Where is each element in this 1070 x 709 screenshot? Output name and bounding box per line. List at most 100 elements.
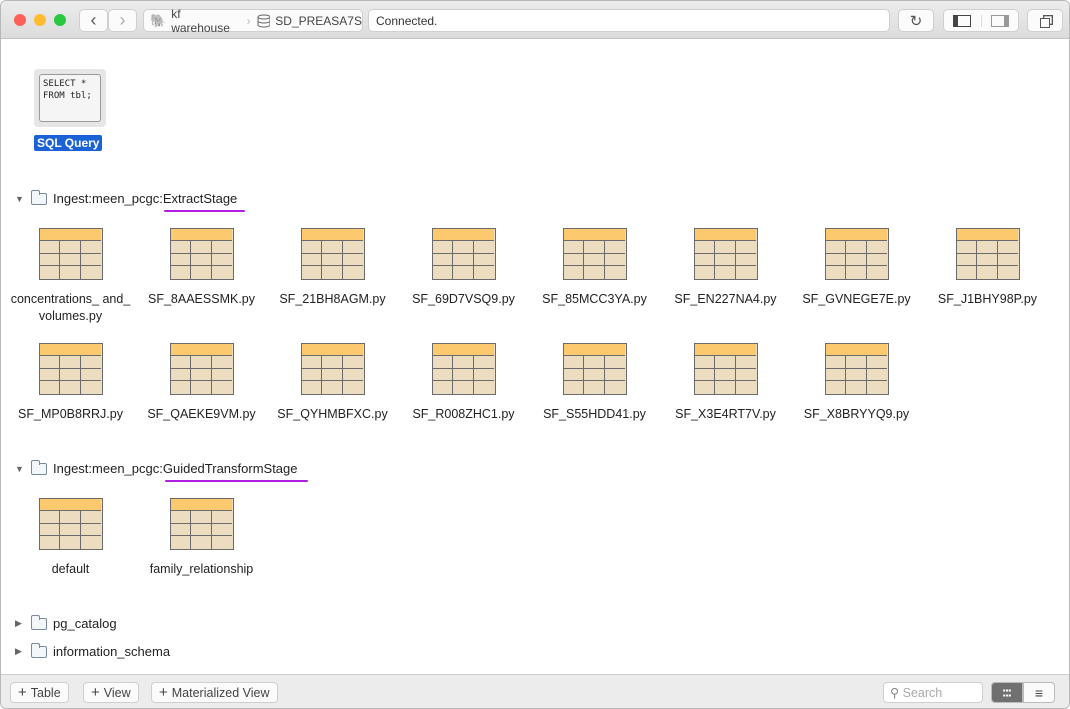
add-materialized-view-button[interactable]: + Materialized View <box>151 682 278 703</box>
annotation-underline <box>164 210 245 212</box>
table-name: SF_GVNEGE7E.py <box>802 292 911 306</box>
table-item[interactable]: SF_85MCC3YA.py <box>529 228 660 343</box>
breadcrumb: 🐘 kf warehouse › SD_PREASA7S <box>143 7 363 35</box>
new-window-button[interactable] <box>1027 9 1063 32</box>
sql-query-label[interactable]: SQL Query <box>34 135 103 151</box>
table-item[interactable]: SF_GVNEGE7E.py <box>791 228 922 343</box>
app-window: ‹ › 🐘 kf warehouse › SD_PREASA7S Connect… <box>0 0 1070 709</box>
schema-extractstage[interactable]: ▼ Ingest:meen_pcgc:ExtractStage <box>15 189 237 206</box>
plus-icon: + <box>159 684 168 701</box>
folder-icon <box>31 642 47 658</box>
table-icon <box>431 343 496 395</box>
schema-information-schema[interactable]: ▶ information_schema <box>15 642 171 659</box>
grid-view-button[interactable]: ▪▪▪ ▪▪▪ <box>991 682 1023 703</box>
folder-icon <box>31 459 47 475</box>
table-item[interactable]: SF_R008ZHC1.py <box>398 343 529 458</box>
table-name: SF_R008ZHC1.py <box>412 407 515 421</box>
sql-query-preview: SELECT * FROM tbl; <box>39 74 101 122</box>
table-name: concentrations_ and_volumes.py <box>10 292 131 323</box>
table-item[interactable]: SF_QYHMBFXC.py <box>267 343 398 458</box>
close-window-button[interactable] <box>14 14 26 26</box>
table-icon <box>38 343 103 395</box>
search-icon: ⚲ <box>890 686 903 700</box>
breadcrumb-connection[interactable]: kf warehouse <box>171 7 240 35</box>
table-name: SF_J1BHY98P.py <box>937 292 1038 306</box>
schema-pg-catalog[interactable]: ▶ pg_catalog <box>15 614 117 631</box>
toggle-left-sidebar-icon[interactable] <box>944 14 982 27</box>
table-icon <box>300 343 365 395</box>
table-icon <box>955 228 1020 280</box>
table-item[interactable]: concentrations_ and_volumes.py <box>5 228 136 343</box>
schema-browser: SELECT * FROM tbl; SQL Query ▼ Ingest:me… <box>1 40 1069 674</box>
table-name: SF_X3E4RT7V.py <box>675 407 776 421</box>
plus-icon: + <box>18 684 27 701</box>
list-view-button[interactable]: ≡ <box>1023 682 1055 703</box>
table-icon <box>169 498 234 550</box>
table-item[interactable]: SF_J1BHY98P.py <box>922 228 1053 343</box>
table-item[interactable]: SF_8AAESSMK.py <box>136 228 267 343</box>
table-icon <box>824 343 889 395</box>
table-icon <box>693 343 758 395</box>
breadcrumb-separator-icon: › <box>246 13 251 28</box>
add-view-button[interactable]: + View <box>83 682 139 703</box>
table-icon <box>169 228 234 280</box>
table-item[interactable]: SF_X8BRYYQ9.py <box>791 343 922 458</box>
table-item[interactable]: SF_QAEKE9VM.py <box>136 343 267 458</box>
refresh-button[interactable]: ↻ <box>898 9 934 32</box>
table-name: SF_EN227NA4.py <box>674 292 777 306</box>
sql-query-icon[interactable]: SELECT * FROM tbl; <box>34 69 106 127</box>
add-matview-label: Materialized View <box>171 685 270 700</box>
schema-name: pg_catalog <box>53 616 117 631</box>
table-icon <box>431 228 496 280</box>
table-item[interactable]: SF_S55HDD41.py <box>529 343 660 458</box>
schema-guidedtransformstage[interactable]: ▼ Ingest:meen_pcgc:GuidedTransformStage <box>15 459 298 476</box>
zoom-window-button[interactable] <box>54 14 66 26</box>
table-item[interactable]: family_relationship <box>136 498 267 613</box>
table-grid-extractstage: concentrations_ and_volumes.py SF_8AAESSM… <box>5 228 1055 458</box>
table-item[interactable]: SF_MP0B8RRJ.py <box>5 343 136 458</box>
grid-icon: ▪▪▪ ▪▪▪ <box>1002 685 1012 700</box>
search-input[interactable]: ⚲ Search <box>883 682 983 703</box>
table-name: default <box>51 562 90 576</box>
sidebar-toggle-group <box>943 9 1019 32</box>
table-icon <box>38 228 103 280</box>
forward-button[interactable]: › <box>108 9 137 32</box>
table-icon <box>562 228 627 280</box>
table-item[interactable]: default <box>5 498 136 613</box>
schema-name: Ingest:meen_pcgc:ExtractStage <box>53 191 237 206</box>
disclosure-expanded-icon[interactable]: ▼ <box>15 194 25 204</box>
add-view-label: View <box>103 685 131 700</box>
search-placeholder: Search <box>902 686 943 700</box>
table-name: SF_8AAESSMK.py <box>148 292 255 306</box>
table-name: SF_S55HDD41.py <box>543 407 646 421</box>
schema-name: information_schema <box>53 644 171 659</box>
table-item[interactable]: SF_21BH8AGM.py <box>267 228 398 343</box>
minimize-window-button[interactable] <box>34 14 46 26</box>
toolbar: ‹ › 🐘 kf warehouse › SD_PREASA7S Connect… <box>1 1 1069 39</box>
table-name: family_relationship <box>149 562 254 576</box>
annotation-underline <box>165 480 308 482</box>
table-item[interactable]: SF_EN227NA4.py <box>660 228 791 343</box>
folder-icon <box>31 189 47 205</box>
disclosure-collapsed-icon[interactable]: ▶ <box>15 646 25 657</box>
elephant-icon: 🐘 <box>150 12 167 28</box>
table-icon <box>824 228 889 280</box>
table-grid-guidedtransformstage: default family_relationship <box>5 498 1055 613</box>
connection-status: Connected. <box>368 9 890 32</box>
table-item[interactable]: SF_69D7VSQ9.py <box>398 228 529 343</box>
toggle-right-sidebar-icon[interactable] <box>982 14 1019 27</box>
table-icon <box>169 343 234 395</box>
back-button[interactable]: ‹ <box>79 9 108 32</box>
table-name: SF_QYHMBFXC.py <box>277 407 388 421</box>
table-item[interactable]: SF_X3E4RT7V.py <box>660 343 791 458</box>
add-table-button[interactable]: + Table <box>10 682 69 703</box>
breadcrumb-database[interactable]: SD_PREASA7S <box>275 14 362 28</box>
disclosure-expanded-icon[interactable]: ▼ <box>15 464 25 474</box>
table-name: SF_QAEKE9VM.py <box>147 407 256 421</box>
table-icon <box>38 498 103 550</box>
disclosure-collapsed-icon[interactable]: ▶ <box>15 618 25 629</box>
folder-icon <box>31 614 47 630</box>
windows-icon <box>1040 17 1050 28</box>
table-icon <box>562 343 627 395</box>
table-icon <box>693 228 758 280</box>
